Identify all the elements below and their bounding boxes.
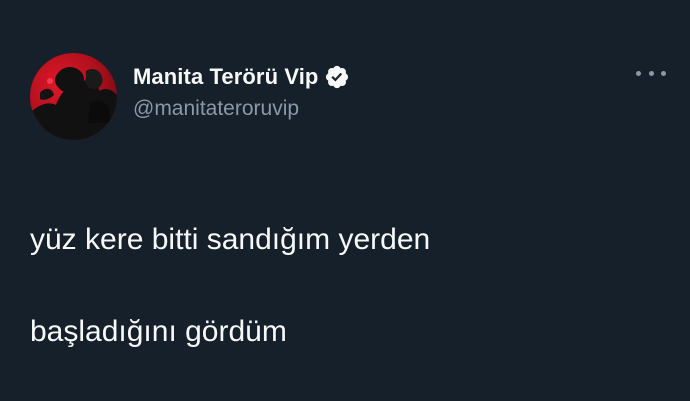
tweet-text: yüz kere bitti sandığım yerden başladığı… <box>30 171 650 401</box>
author-display-name[interactable]: Manita Terörü Vip <box>133 64 318 90</box>
silhouette-avatar-icon <box>30 53 117 140</box>
author-name-row: Manita Terörü Vip <box>133 63 350 91</box>
author-handle[interactable]: @manitateroruvip <box>133 97 350 121</box>
more-dot <box>636 70 641 76</box>
more-dot <box>661 70 666 76</box>
tweet-text-line: başladığını gördüm <box>30 315 287 348</box>
tweet-card: Manita Terörü Vip @manitateroruvip yüz k… <box>0 0 690 348</box>
more-options-icon[interactable] <box>636 66 666 80</box>
more-dot <box>648 70 654 76</box>
author-avatar[interactable] <box>30 53 117 140</box>
author-info: Manita Terörü Vip @manitateroruvip <box>133 63 350 121</box>
verified-badge-icon <box>326 65 349 89</box>
tweet-text-line: yüz kere bitti sandığım yerden <box>30 223 431 256</box>
